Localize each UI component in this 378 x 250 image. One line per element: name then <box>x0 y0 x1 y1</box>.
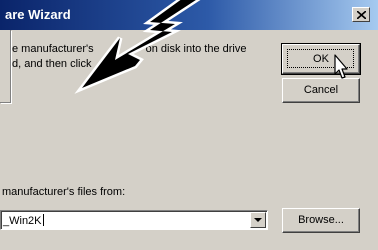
combobox-dropdown-button[interactable] <box>250 212 266 228</box>
copy-from-label: manufacturer's files from: <box>2 186 126 198</box>
copy-from-value-text: _Win2K <box>3 215 42 227</box>
mouse-pointer-icon <box>334 54 348 79</box>
wizard-side-panel <box>0 30 11 103</box>
close-button[interactable] <box>352 7 370 22</box>
cancel-button-label: Cancel <box>303 84 339 96</box>
instruction-line-1: e manufacturer's on disk into the drive <box>12 43 246 56</box>
title-bar: are Wizard <box>0 0 378 30</box>
browse-button-label: Browse... <box>298 214 344 226</box>
instruction-line-2: d, and then click <box>12 58 92 70</box>
instruction-line-1-tail: on disk into the drive <box>145 43 247 55</box>
chevron-down-icon <box>254 218 262 222</box>
copy-from-value: _Win2K <box>3 214 44 227</box>
instruction-line-1-head: e manufacturer's <box>12 43 94 55</box>
window-title: are Wizard <box>5 7 71 22</box>
close-icon <box>357 11 366 19</box>
copy-from-combobox[interactable]: _Win2K <box>0 210 268 230</box>
text-caret <box>42 214 44 226</box>
browse-button[interactable]: Browse... <box>282 208 360 233</box>
